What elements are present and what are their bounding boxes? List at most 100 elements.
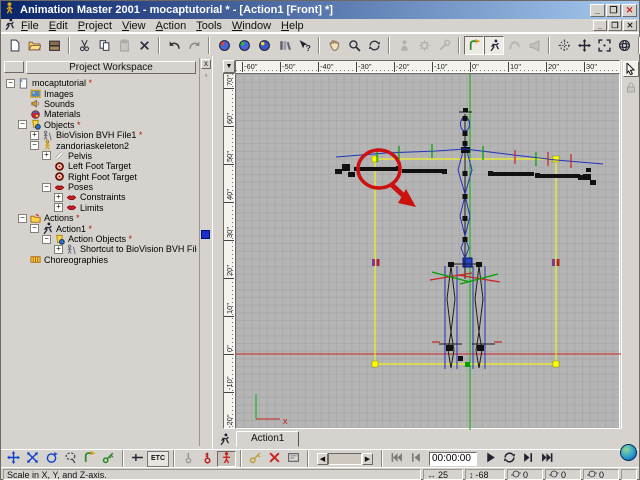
minimize-button[interactable]: _ — [590, 4, 605, 17]
tree-item-right-foot-target[interactable]: Right Foot Target — [3, 172, 197, 182]
globe-icon[interactable] — [620, 444, 637, 461]
menu-project[interactable]: Project — [73, 20, 117, 32]
key-muscular-button[interactable] — [198, 451, 217, 467]
collapse-icon[interactable]: − — [6, 79, 15, 88]
open-project-button[interactable] — [24, 36, 44, 55]
expand-icon[interactable]: + — [54, 245, 63, 254]
new-model-button[interactable] — [214, 36, 234, 55]
settings-mode-button[interactable] — [414, 36, 434, 55]
loop-button[interactable] — [500, 451, 519, 467]
tree-item-materials[interactable]: Materials — [3, 109, 197, 119]
go-end-button[interactable] — [538, 451, 557, 467]
tree-item-biovision-bvh-file1[interactable]: +BioVision BVH File1 * — [3, 130, 197, 140]
panel-scroll-thumb[interactable] — [201, 230, 210, 239]
play-button[interactable] — [481, 451, 500, 467]
scale-manipulator-button[interactable] — [594, 36, 614, 55]
rotate-manipulator-button[interactable] — [614, 36, 634, 55]
mdi-minimize-button[interactable]: _ — [593, 20, 607, 31]
scale-manipulator-button[interactable] — [23, 451, 42, 467]
tab-action1[interactable]: Action1 — [236, 431, 299, 447]
slider-left-arrow[interactable]: ◀ — [317, 453, 328, 465]
tree-item-mocaptutorial[interactable]: −mocaptutorial * — [3, 78, 197, 88]
collapse-icon[interactable]: − — [42, 183, 51, 192]
collapse-icon[interactable]: − — [18, 214, 27, 223]
etc-button[interactable]: ETC — [147, 451, 169, 467]
tree-item-zandoriaskeleton2[interactable]: −zandoriaskeleton2 — [3, 140, 197, 150]
tree-item-action1[interactable]: −Action1 * — [3, 223, 197, 233]
go-start-button[interactable] — [387, 451, 406, 467]
new-project-button[interactable] — [4, 36, 24, 55]
context-help-button[interactable]: ? — [294, 36, 314, 55]
collapse-icon[interactable]: − — [30, 141, 39, 150]
expand-icon[interactable]: + — [30, 131, 39, 140]
library-button[interactable] — [274, 36, 294, 55]
delete-button[interactable] — [134, 36, 154, 55]
frame-slider[interactable]: ◀▶ — [317, 453, 373, 465]
tree-item-action-objects[interactable]: −Action Objects * — [3, 234, 197, 244]
menu-window[interactable]: Window — [227, 20, 276, 32]
move-manipulator-button[interactable] — [4, 451, 23, 467]
tree-item-objects[interactable]: −Objects * — [3, 120, 197, 130]
tree-item-sounds[interactable]: Sounds — [3, 99, 197, 109]
save-all-button[interactable] — [44, 36, 64, 55]
expand-icon[interactable]: + — [54, 203, 63, 212]
collapse-icon[interactable]: − — [30, 224, 39, 233]
expand-icon[interactable]: + — [54, 193, 63, 202]
lock-tool-button[interactable] — [623, 79, 639, 95]
next-frame-button[interactable] — [519, 451, 538, 467]
skeletal-mode-button[interactable] — [484, 36, 504, 55]
character-mode-button[interactable] — [394, 36, 414, 55]
key-pose-button[interactable] — [217, 451, 236, 467]
key-skeletal-button[interactable] — [179, 451, 198, 467]
tree-item-limits[interactable]: +Limits — [3, 203, 197, 213]
copy-button[interactable] — [94, 36, 114, 55]
tree-item-pelvis[interactable]: +Pelvis — [3, 151, 197, 161]
tree-item-actions[interactable]: −Actions * — [3, 213, 197, 223]
menu-action[interactable]: Action — [151, 20, 192, 32]
pan-button[interactable] — [324, 36, 344, 55]
key-options-button[interactable] — [284, 451, 303, 467]
viewport-grid[interactable]: x — [235, 73, 620, 429]
delete-keyframe-button[interactable] — [265, 451, 284, 467]
new-material-button[interactable] — [234, 36, 254, 55]
tree-item-constraints[interactable]: +Constraints — [3, 192, 197, 202]
make-keyframe-button[interactable] — [99, 451, 118, 467]
panel-close-icon[interactable]: x — [201, 59, 211, 69]
prev-frame-button[interactable] — [406, 451, 425, 467]
timecode-input[interactable] — [429, 452, 477, 466]
restore-button[interactable]: ❐ — [606, 4, 621, 17]
selection-box[interactable] — [372, 156, 560, 367]
announce-button[interactable] — [524, 36, 544, 55]
copy-keyframe-button[interactable] — [246, 451, 265, 467]
rotate-manipulator-button[interactable] — [42, 451, 61, 467]
slider-right-arrow[interactable]: ▶ — [362, 453, 373, 465]
wrench-mode-button[interactable] — [434, 36, 454, 55]
menu-edit[interactable]: Edit — [44, 20, 73, 32]
collapse-icon[interactable]: − — [42, 235, 51, 244]
selection-center-handle[interactable] — [463, 258, 472, 267]
paste-button[interactable] — [114, 36, 134, 55]
turn-button[interactable] — [364, 36, 384, 55]
view-menu-dropdown[interactable]: ▼ — [223, 60, 235, 73]
zoom-button[interactable] — [344, 36, 364, 55]
new-action-button[interactable] — [254, 36, 274, 55]
capture-chain-button[interactable] — [80, 451, 99, 467]
pointer-tool-button[interactable] — [623, 61, 639, 77]
menu-view[interactable]: View — [117, 20, 151, 32]
tree-item-shortcut-to-biovision-bvh-file1[interactable]: +Shortcut to BioVision BVH File1 * — [3, 244, 197, 254]
collapse-icon[interactable]: − — [18, 120, 27, 129]
close-button[interactable]: ✕ — [622, 4, 637, 17]
slider-track[interactable] — [328, 453, 362, 465]
undo-button[interactable] — [164, 36, 184, 55]
panel-grip[interactable] — [4, 61, 24, 73]
muscle-mode-button[interactable] — [504, 36, 524, 55]
mdi-close-button[interactable]: ✕ — [623, 20, 637, 31]
tree-item-images[interactable]: Images — [3, 88, 197, 98]
redo-button[interactable] — [184, 36, 204, 55]
tree-item-choreographies[interactable]: Choreographies — [3, 255, 197, 265]
panel-title[interactable]: Project Workspace — [26, 61, 196, 74]
capture-bvh-button[interactable] — [464, 36, 484, 55]
menu-file[interactable]: File — [16, 20, 44, 32]
panel-pin-icon[interactable]: ▫ — [201, 71, 211, 83]
mdi-restore-button[interactable]: ❐ — [608, 20, 622, 31]
